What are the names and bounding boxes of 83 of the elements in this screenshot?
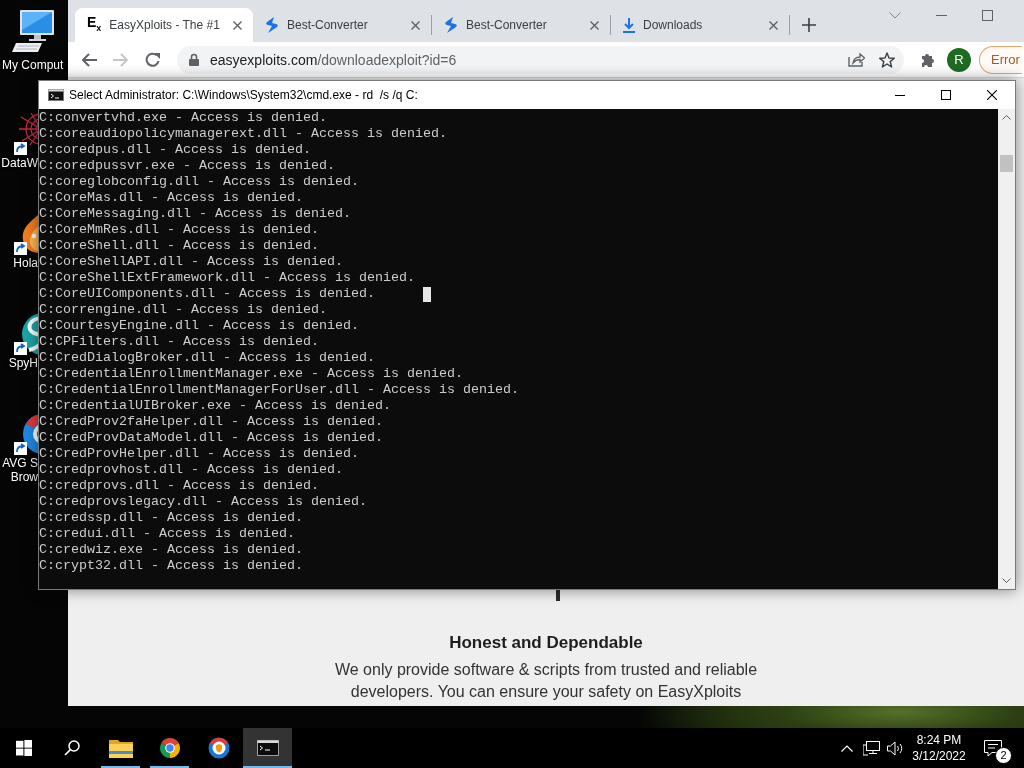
computer-icon[interactable] [12, 8, 56, 54]
share-icon[interactable] [848, 52, 865, 67]
browser-logo-icon [158, 737, 181, 759]
chevron-down-icon[interactable] [889, 11, 901, 19]
terminal-icon [48, 89, 64, 101]
console-line: C:CredentialEnrollmentManager.exe - Access is denied. [39, 366, 463, 382]
network-icon[interactable] [862, 740, 880, 756]
console-line: C:credssp.dll - Access is denied. [39, 510, 303, 526]
scroll-up-icon[interactable] [1002, 115, 1011, 120]
console-line: C:CoreMessaging.dll - Access is denied. [39, 206, 351, 222]
site-logo: E$_{x}$ [87, 14, 102, 35]
error-button[interactable]: Error [979, 45, 1022, 74]
console-line: C:crypt32.dll - Access is denied. [39, 558, 303, 574]
console-line: C:coreaudiopolicymanagerext.dll - Access is denied. [39, 126, 447, 142]
terminal-icon [256, 740, 279, 756]
browser-tab[interactable]: Best-Converter [432, 8, 610, 42]
console-line: C:CPFilters.dll - Access is denied. [39, 334, 319, 350]
flame-icon[interactable] [12, 212, 38, 256]
scrollbar[interactable] [998, 109, 1015, 589]
console-line: C:CredProv2faHelper.dll - Access is denied. [39, 414, 383, 430]
browser-tab[interactable]: E$_{x}$ EasyXploits - The #1 [75, 8, 253, 42]
console-line: C:CredProvHelper.dll - Access is denied. [39, 446, 359, 462]
icon-label[interactable]: Hola [0, 256, 38, 270]
start-icon[interactable] [16, 740, 32, 756]
folder-icon [108, 738, 133, 758]
new-tab-icon[interactable] [802, 18, 816, 32]
console-line: C:credprovhost.dll - Access is denied. [39, 462, 343, 478]
back-icon[interactable] [81, 52, 97, 67]
console-line: C:CoreShellExtFramework.dll - Access is denied. [39, 270, 415, 286]
search-icon[interactable] [64, 740, 80, 756]
icon-label[interactable]: SpyH [0, 356, 38, 370]
browser-tab[interactable]: Best-Converter [253, 8, 431, 42]
star-icon[interactable] [879, 51, 895, 68]
console-line: C:CoreShell.dll - Access is denied. [39, 238, 319, 254]
window-title: Select Administrator: C:\Windows\System32\cmd.exe - rd /s /q C: [69, 88, 418, 102]
chevron-up-icon[interactable] [841, 744, 853, 752]
download-icon [623, 17, 635, 33]
shield-browser-icon [207, 737, 230, 759]
console-line: C:CredentialEnrollmentManagerForUser.dll - Access is denied. [39, 382, 519, 398]
console-line: C:coreglobconfig.dll - Access is denied. [39, 174, 359, 190]
console-line: C:credprovslegacy.dll - Access is denied. [39, 494, 367, 510]
console-line: C:CredDialogBroker.dll - Access is denied. [39, 350, 375, 366]
profile-avatar[interactable]: R [947, 47, 971, 72]
icon-label[interactable]: My Comput [2, 58, 64, 72]
icon-label[interactable]: DataW [0, 156, 38, 170]
notification-badge: 2 [995, 747, 1012, 764]
console-line: C:correngine.dll - Access is denied. [39, 302, 327, 318]
section-paragraph: We only provide software & scripts from trusted and reliable developers. You can ensure your safety on EasyXploits [333, 660, 759, 702]
taskbar-button[interactable] [243, 728, 292, 768]
console-line: C:convertvhd.exe - Access is denied. [39, 110, 327, 126]
lock-icon [189, 53, 199, 66]
console-line: C:CoreMas.dll - Access is denied. [39, 190, 303, 206]
console-line: C:CoreShellAPI.dll - Access is denied. [39, 254, 343, 270]
console-line: C:coredpus.dll - Access is denied. [39, 142, 311, 158]
scrollbar-thumb[interactable] [1000, 155, 1013, 172]
reload-icon[interactable] [145, 51, 161, 68]
console-line: C:CoreMmRes.dll - Access is denied. [39, 222, 319, 238]
spiderweb-icon[interactable] [12, 112, 38, 156]
logo-icon [265, 17, 279, 33]
notification-icon[interactable] [984, 739, 1002, 757]
console-line: C:CredProvDataModel.dll - Access is denied. [39, 430, 383, 446]
console-line: C:credwiz.exe - Access is denied. [39, 542, 303, 558]
icon-label[interactable]: AVG S Brow [0, 456, 38, 484]
console-line: C:CoreUIComponents.dll - Access is denied. [39, 286, 375, 302]
clock-date[interactable]: 3/12/2022 [912, 748, 966, 764]
browser-tab[interactable]: Downloads [611, 8, 789, 42]
console-line: C:coredpussvr.exe - Access is denied. [39, 158, 335, 174]
close-icon[interactable] [987, 90, 997, 100]
minimize-icon[interactable] [895, 94, 905, 96]
bar-icon [556, 589, 560, 601]
console-line: C:credprovs.dll - Access is denied. [39, 478, 319, 494]
maximize-icon[interactable] [941, 90, 951, 100]
puzzle-icon[interactable] [920, 51, 936, 68]
console-line: C:CredentialUIBroker.exe - Access is denied. [39, 398, 391, 414]
address-bar[interactable]: easyexploits.com/downloadexploit?id=6 [177, 45, 904, 74]
scroll-down-icon[interactable] [1002, 578, 1011, 583]
console-line: C:CourtesyEngine.dll - Access is denied. [39, 318, 359, 334]
section-heading: Honest and Dependable [449, 633, 643, 653]
logo-icon [444, 17, 458, 33]
console-line: C:credui.dll - Access is denied. [39, 526, 295, 542]
close-icon[interactable] [233, 20, 242, 30]
volume-icon[interactable] [886, 740, 904, 756]
clock-time[interactable]: 8:24 PM [916, 732, 962, 748]
